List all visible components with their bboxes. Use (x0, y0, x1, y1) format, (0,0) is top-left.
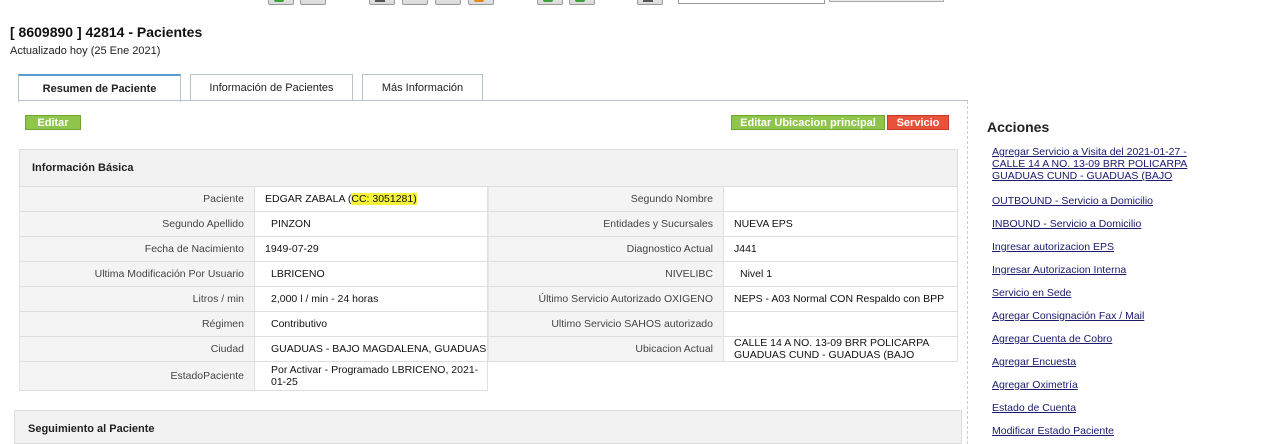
toolbar-blank-icon[interactable] (300, 0, 326, 5)
edit-button[interactable]: Editar (25, 115, 81, 130)
action-autorizacion-interna[interactable]: Ingresar Autorizacion Interna (992, 264, 1242, 276)
toolbar-search-input[interactable] (678, 0, 825, 4)
label-segundo-apellido: Segundo Apellido (19, 212, 254, 237)
value-litros-min: 2,000 l / min - 24 horas (254, 287, 488, 312)
basic-info-header: Información Básica (19, 149, 958, 187)
value-segundo-nombre (723, 187, 958, 212)
value-ciudad: GUADUAS - BAJO MAGDALENA, GUADUAS (254, 337, 488, 362)
label-segundo-nombre: Segundo Nombre (488, 187, 723, 212)
label-ubicacion-actual: Ubicacion Actual (488, 337, 723, 362)
toolbar-folder-icon[interactable] (468, 0, 494, 5)
value-regimen: Contributivo (254, 312, 488, 337)
label-nivelibc: NIVELIBC (488, 262, 723, 287)
action-outbound[interactable]: OUTBOUND - Servicio a Domicilio (992, 195, 1242, 207)
action-cuenta-cobro[interactable]: Agregar Cuenta de Cobro (992, 333, 1242, 345)
tab-mas-informacion[interactable]: Más Información (362, 74, 483, 101)
label-estado-paciente: EstadoPaciente (19, 362, 254, 391)
toolbar-add-icon[interactable] (268, 0, 294, 5)
action-consignacion[interactable]: Agregar Consignación Fax / Mail (992, 310, 1242, 322)
basic-info-title: Información Básica (32, 162, 134, 174)
value-paciente-id: CC: 3051281) (351, 193, 417, 205)
toolbar-forward-icon[interactable] (569, 0, 595, 5)
label-ultimo-sahos: Ultimo Servicio SAHOS autorizado (488, 312, 723, 337)
value-ultima-modificacion: LBRICENO (254, 262, 488, 287)
followup-title: Seguimiento al Paciente (28, 423, 155, 435)
action-oximetria[interactable]: Agregar Oximetría (992, 379, 1242, 391)
action-inbound[interactable]: INBOUND - Servicio a Domicilio (992, 218, 1242, 230)
action-encuesta[interactable]: Agregar Encuesta (992, 356, 1242, 368)
value-paciente: EDGAR ZABALA (CC: 3051281) (254, 187, 488, 212)
action-autorizacion-eps[interactable]: Ingresar autorizacion EPS (992, 241, 1242, 253)
toolbar-next-icon[interactable] (537, 0, 563, 5)
value-ultimo-sahos (723, 312, 958, 337)
label-ultima-modificacion: Ultima Modificación Por Usuario (19, 262, 254, 287)
action-agregar-servicio-visita[interactable]: Agregar Servicio a Visita del 2021-01-27… (992, 146, 1212, 182)
value-diagnostico: J441 (723, 237, 958, 262)
label-fecha-nacimiento: Fecha de Nacimiento (19, 237, 254, 262)
tab-informacion-pacientes[interactable]: Información de Pacientes (190, 74, 353, 101)
label-ciudad: Ciudad (19, 337, 254, 362)
value-fecha-nacimiento: 1949-07-29 (254, 237, 488, 262)
label-regimen: Régimen (19, 312, 254, 337)
label-ultimo-oxigeno: Último Servicio Autorizado OXIGENO (488, 287, 723, 312)
tab-resumen-paciente[interactable]: Resumen de Paciente (18, 74, 181, 102)
top-toolbar (0, 0, 1277, 12)
actions-title: Acciones (987, 119, 1050, 135)
followup-header: Seguimiento al Paciente (14, 410, 962, 444)
toolbar-print-icon[interactable] (369, 0, 395, 5)
page-title: [ 8609890 ] 42814 - Pacientes (10, 24, 203, 40)
toolbar-select[interactable] (829, 0, 944, 2)
value-nivelibc: Nivel 1 (723, 262, 958, 287)
label-paciente: Paciente (19, 187, 254, 212)
updated-text: Actualizado hoy (25 Ene 2021) (10, 45, 161, 57)
service-button[interactable]: Servicio (887, 115, 949, 130)
label-litros-min: Litros / min (19, 287, 254, 312)
value-entidades: NUEVA EPS (723, 212, 958, 237)
label-diagnostico: Diagnostico Actual (488, 237, 723, 262)
edit-location-button[interactable]: Editar Ubicacion principal (731, 115, 885, 130)
action-modificar-estado[interactable]: Modificar Estado Paciente (992, 425, 1242, 437)
value-ultimo-oxigeno: NEPS - A03 Normal CON Respaldo con BPP (723, 287, 958, 312)
toolbar-calculator-icon[interactable] (637, 0, 663, 5)
label-entidades: Entidades y Sucursales (488, 212, 723, 237)
value-paciente-name: EDGAR ZABALA ( (265, 193, 352, 205)
value-segundo-apellido: PINZON (254, 212, 488, 237)
toolbar-doc-icon[interactable] (435, 0, 461, 5)
toolbar-circle-icon[interactable] (402, 0, 428, 5)
value-estado-paciente: Por Activar - Programado LBRICENO, 2021-… (254, 362, 488, 391)
action-estado-cuenta[interactable]: Estado de Cuenta (992, 402, 1242, 414)
action-servicio-sede[interactable]: Servicio en Sede (992, 287, 1242, 299)
value-ubicacion-actual: CALLE 14 A NO. 13-09 BRR POLICARPA GUADU… (723, 337, 958, 362)
